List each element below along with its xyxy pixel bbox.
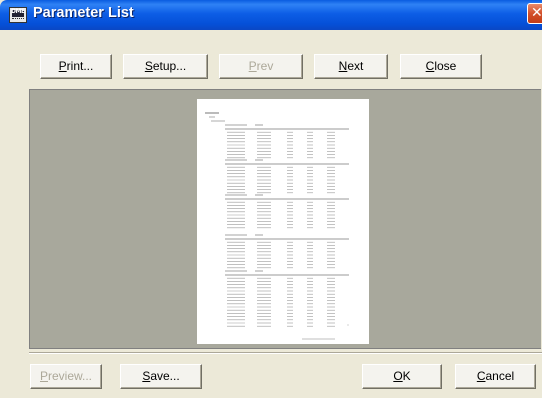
footer-separator (29, 352, 542, 354)
ok-button-label: OK (393, 369, 411, 383)
next-button-label: Next (338, 59, 364, 73)
close-button[interactable]: Close (400, 54, 482, 79)
close-button-label: Close (425, 59, 457, 73)
title-bar[interactable]: DME Parameter List ✕ (0, 0, 542, 30)
ok-button[interactable]: OK (362, 364, 442, 389)
page-thumbnail (205, 112, 349, 340)
preview-page[interactable] (197, 99, 369, 344)
parameter-list-window: DME Parameter List ✕ Print... Setup... P… (0, 0, 542, 398)
setup-button[interactable]: Setup... (123, 54, 208, 79)
save-button-label: Save... (142, 369, 180, 383)
preview-button[interactable]: Preview... (30, 364, 102, 389)
window-title: Parameter List (33, 5, 134, 21)
cancel-button[interactable]: Cancel (455, 364, 536, 389)
print-button[interactable]: Print... (40, 54, 112, 79)
app-icon[interactable]: DME (9, 7, 27, 23)
cancel-button-label: Cancel (476, 369, 515, 383)
save-button[interactable]: Save... (120, 364, 202, 389)
print-button-label: Print... (58, 59, 94, 73)
setup-button-label: Setup... (144, 59, 187, 73)
prev-button-label: Prev (248, 59, 274, 73)
close-icon: ✕ (531, 5, 542, 21)
app-icon-keys (12, 18, 24, 22)
next-button[interactable]: Next (314, 54, 388, 79)
app-icon-text: DME (11, 8, 25, 15)
prev-button[interactable]: Prev (219, 54, 303, 79)
preview-button-label: Preview... (39, 369, 93, 383)
window-close-button[interactable]: ✕ (527, 3, 542, 24)
